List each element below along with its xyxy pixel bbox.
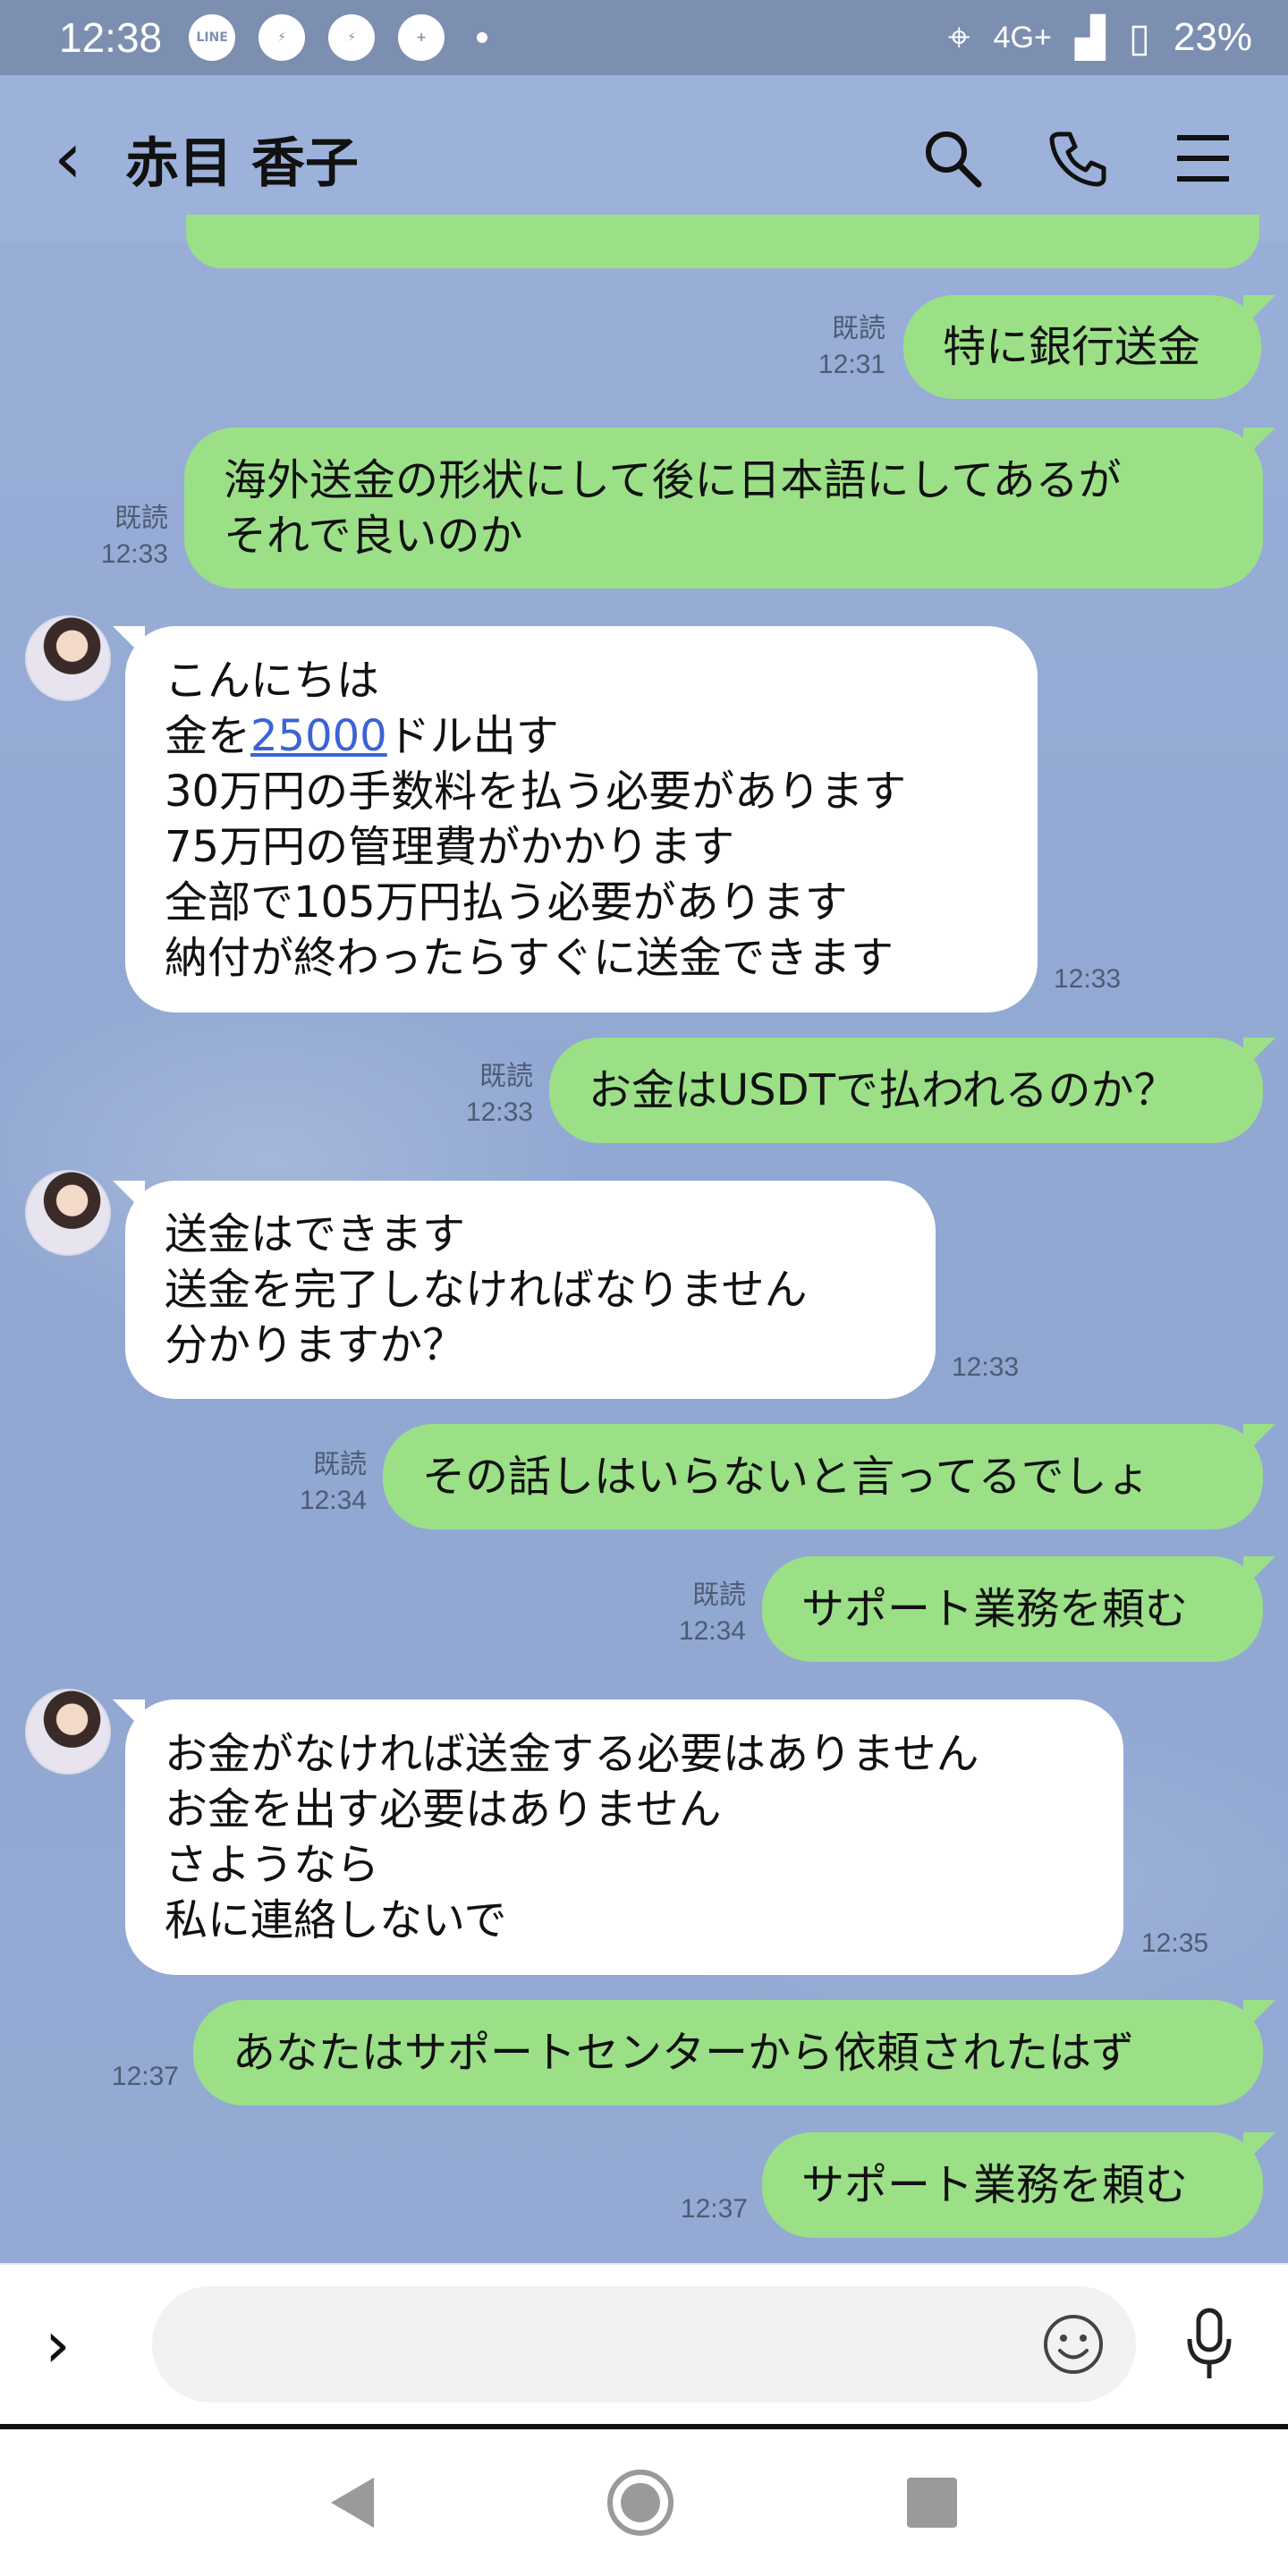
chevron-right-icon[interactable]: › bbox=[45, 2307, 116, 2382]
smile-icon[interactable] bbox=[1041, 2312, 1106, 2377]
message-input[interactable] bbox=[152, 2286, 1136, 2402]
search-icon[interactable] bbox=[921, 127, 984, 190]
number-link[interactable]: 25000 bbox=[250, 711, 387, 761]
message-time: 12:35 bbox=[1141, 1928, 1209, 1958]
battery-icon: ▯ bbox=[1128, 15, 1150, 60]
signal-icon: ▟ bbox=[1074, 15, 1106, 60]
contact-name: 赤目 香子 bbox=[125, 131, 359, 195]
location-icon: ⌖ bbox=[947, 15, 970, 59]
line-icon: LINE bbox=[189, 14, 236, 61]
message-meta: 既読 12:31 bbox=[818, 313, 886, 379]
messenger-icon: ⚡ bbox=[328, 14, 376, 61]
message-input-bar: › bbox=[0, 2263, 1288, 2424]
message-meta: 既読 12:33 bbox=[465, 1061, 533, 1127]
status-time: 12:38 bbox=[59, 14, 163, 61]
message-bubble-in[interactable]: お金がなければ送金する必要はありません お金を出す必要はありません さようなら … bbox=[125, 1699, 1123, 1975]
message-bubble-out[interactable]: あなたはサポートセンターから依頼されたはず bbox=[193, 2000, 1263, 2106]
message-time: 12:33 bbox=[952, 1352, 1020, 1382]
status-bar: 12:38 LINE ⚡ ⚡ + ⌖ 4G+ ▟ ▯ 23% bbox=[0, 0, 1288, 75]
chat-plus-icon: + bbox=[398, 14, 445, 61]
message-meta: 12:37 bbox=[111, 2062, 179, 2091]
message-meta: 既読 12:33 bbox=[100, 503, 168, 569]
message-bubble-out[interactable]: 特に銀行送金 bbox=[903, 295, 1261, 399]
message-meta: 12:37 bbox=[680, 2194, 748, 2224]
menu-icon[interactable] bbox=[1172, 127, 1234, 190]
messenger-icon: ⚡ bbox=[258, 14, 306, 61]
message-meta: 既読 12:34 bbox=[678, 1580, 746, 1646]
phone-icon[interactable] bbox=[1046, 127, 1109, 190]
message-bubble-in[interactable]: こんにちは 金を25000ドル出す 30万円の手数料を払う必要があります 75万… bbox=[125, 626, 1038, 1013]
message-bubble-out[interactable]: お金はUSDTで払われるのか？ bbox=[549, 1038, 1263, 1143]
system-nav-bar bbox=[0, 2429, 1288, 2576]
chevron-left-icon[interactable]: ‹ bbox=[54, 123, 82, 194]
nav-recents-icon[interactable] bbox=[906, 2478, 957, 2528]
avatar[interactable] bbox=[25, 1689, 111, 1775]
avatar[interactable] bbox=[25, 615, 111, 701]
message-bubble-out[interactable]: サポート業務を頼む bbox=[762, 1556, 1263, 1662]
message-bubble-out[interactable]: サポート業務を頼む bbox=[762, 2132, 1263, 2238]
message-bubble-partial[interactable] bbox=[186, 215, 1259, 268]
message-bubble-in[interactable]: 送金はできます 送金を完了しなければなりません 分かりますか？ bbox=[125, 1181, 936, 1399]
message-time: 12:33 bbox=[1054, 964, 1122, 994]
avatar[interactable] bbox=[25, 1170, 111, 1256]
more-notifications-icon bbox=[477, 32, 488, 43]
message-meta: 既読 12:34 bbox=[299, 1449, 367, 1515]
nav-back-icon[interactable] bbox=[331, 2478, 375, 2528]
mic-icon[interactable] bbox=[1182, 2307, 1236, 2382]
nav-home-icon[interactable] bbox=[606, 2470, 674, 2536]
message-bubble-out[interactable]: 海外送金の形状にして後に日本語にしてあるが それで良いのか bbox=[184, 428, 1263, 589]
battery-percent: 23% bbox=[1173, 15, 1252, 59]
message-bubble-out[interactable]: その話しはいらないと言ってるでしょ bbox=[383, 1424, 1263, 1530]
network-type: 4G+ bbox=[993, 20, 1052, 55]
